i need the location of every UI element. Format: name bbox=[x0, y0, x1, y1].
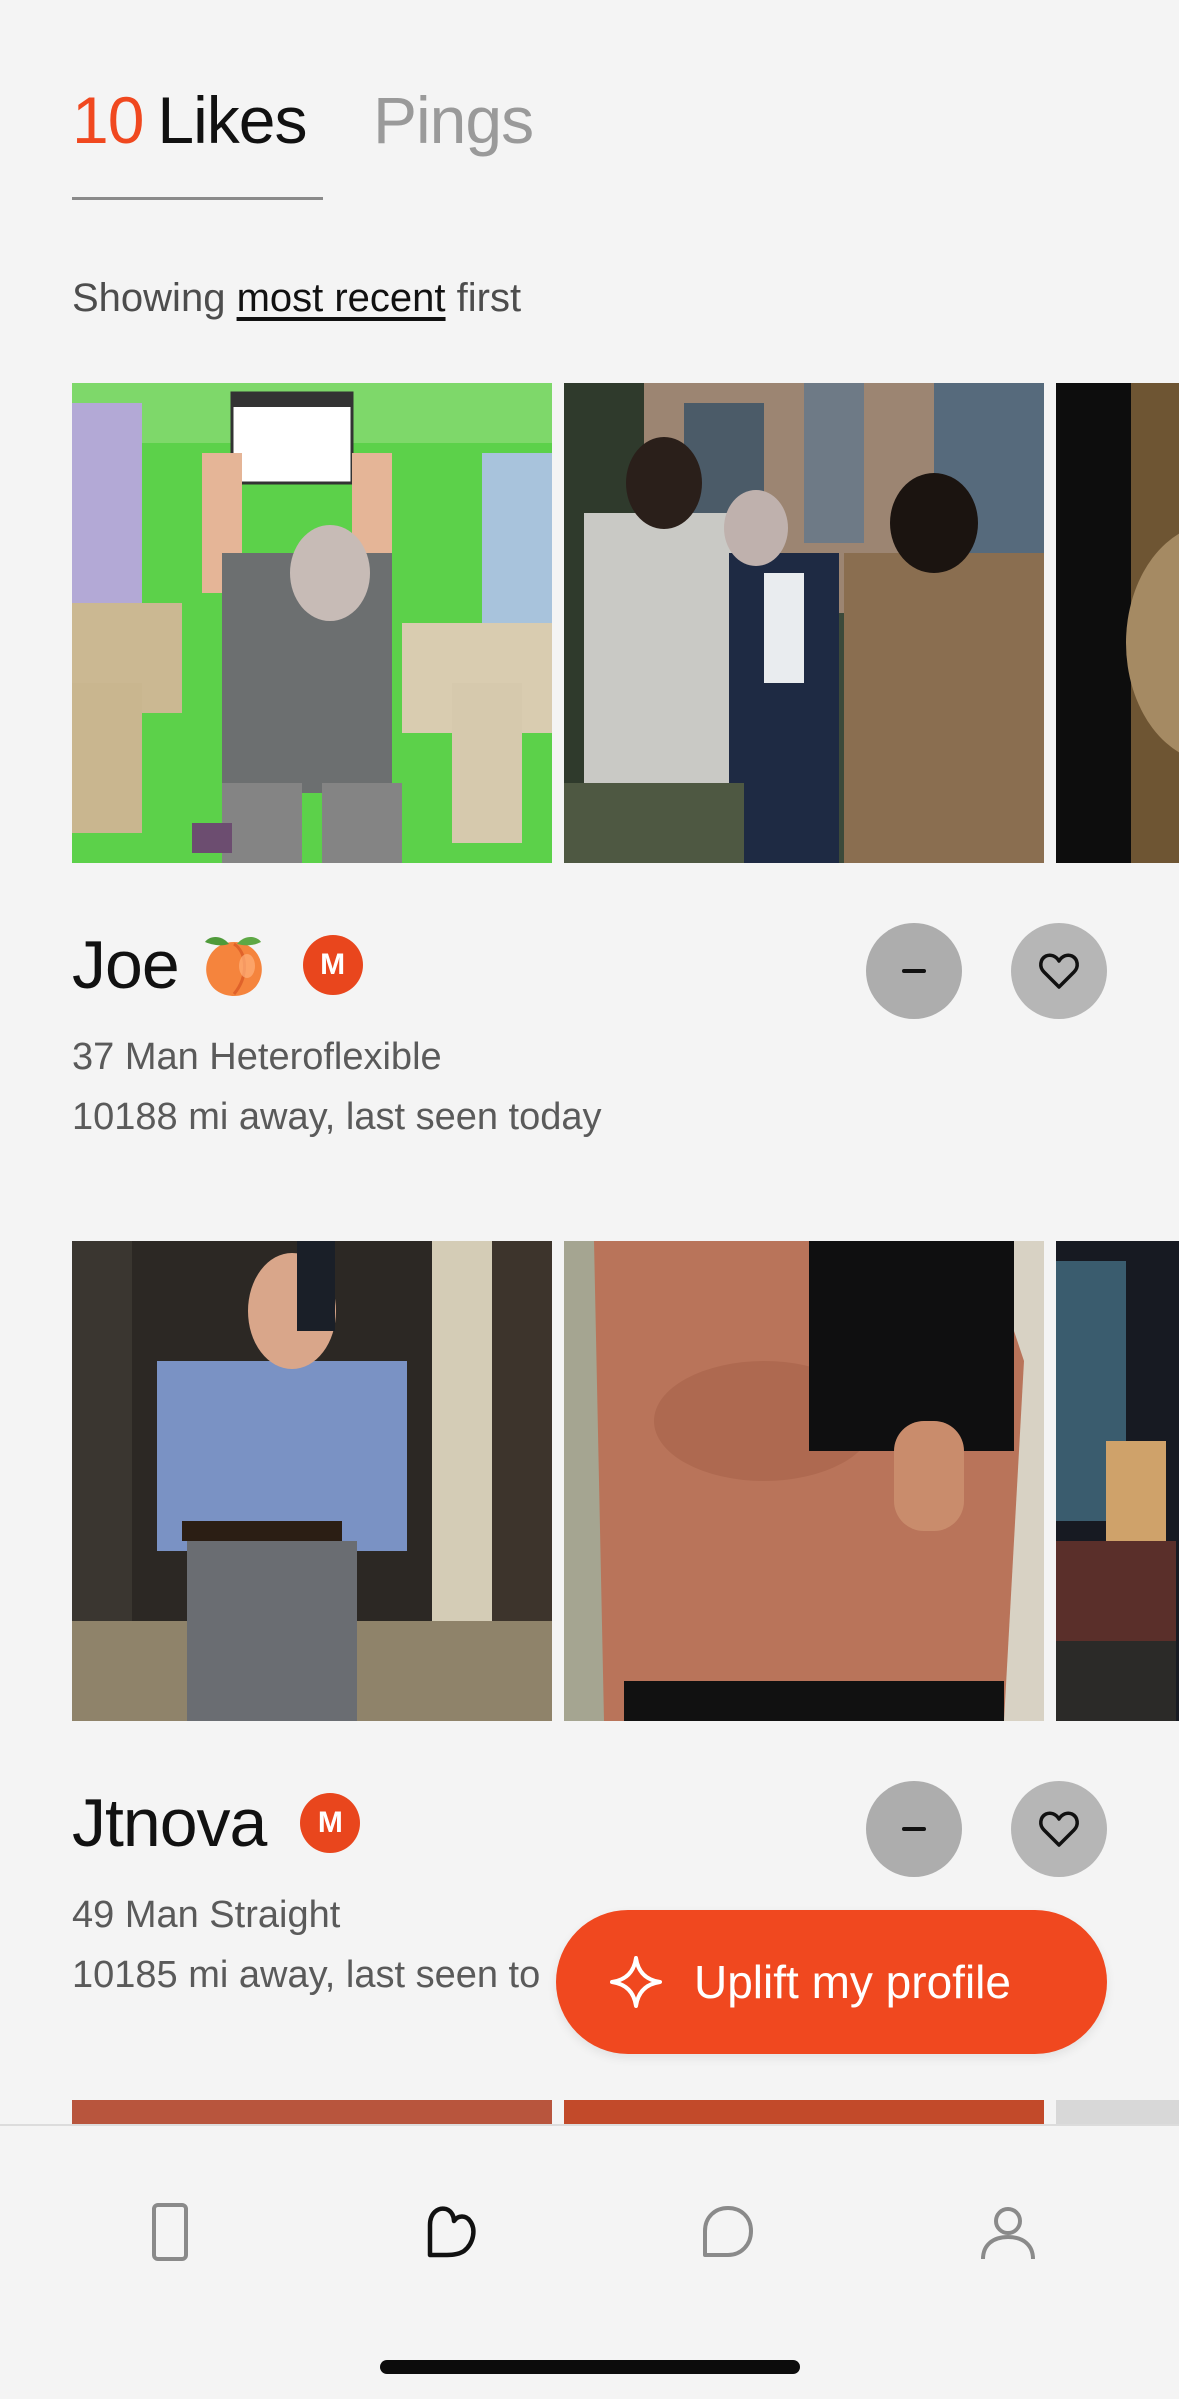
profile-name: Joe bbox=[72, 927, 180, 1003]
profile-age-gender-orientation: 49 Man Straight bbox=[72, 1894, 341, 1936]
home-indicator[interactable] bbox=[380, 2360, 800, 2374]
sort-description: Showing most recent first bbox=[72, 276, 521, 321]
member-badge: M bbox=[302, 935, 363, 995]
profile-photo[interactable] bbox=[1056, 1241, 1179, 1721]
nav-messages[interactable] bbox=[678, 2182, 778, 2282]
minus-icon bbox=[902, 1827, 926, 1831]
nav-likes[interactable] bbox=[399, 2182, 499, 2282]
profile-details: 49 Man Straight 10185 mi away, last seen… bbox=[72, 1885, 540, 2005]
profile-icon bbox=[981, 2207, 1035, 2260]
profile-photo[interactable] bbox=[72, 1241, 552, 1721]
heart-icon bbox=[1039, 953, 1079, 989]
profile-photo[interactable] bbox=[72, 2100, 552, 2124]
sort-option-link[interactable]: most recent bbox=[237, 276, 446, 320]
profile-photo[interactable] bbox=[1056, 383, 1179, 863]
nav-discover[interactable] bbox=[120, 2182, 220, 2282]
sort-prefix: Showing bbox=[72, 276, 226, 320]
bottom-nav bbox=[0, 2124, 1179, 2399]
like-button[interactable] bbox=[1011, 923, 1107, 1019]
member-badge: M bbox=[300, 1793, 361, 1853]
profile-photo-carousel[interactable] bbox=[72, 383, 1179, 863]
profile-age-gender-orientation: 37 Man Heteroflexible bbox=[72, 1036, 442, 1078]
profile-photo[interactable] bbox=[72, 383, 552, 863]
profile-photo[interactable] bbox=[564, 383, 1044, 863]
likes-count: 10 bbox=[72, 83, 144, 157]
sparkle-icon bbox=[610, 1956, 662, 2008]
chat-icon bbox=[703, 2206, 753, 2257]
profile-name: Jtnova bbox=[72, 1785, 267, 1861]
profile-photo[interactable] bbox=[564, 2100, 1044, 2124]
minus-icon bbox=[902, 969, 926, 973]
pass-button[interactable] bbox=[866, 1781, 962, 1877]
uplift-profile-button[interactable]: Uplift my profile bbox=[556, 1910, 1107, 2054]
like-button[interactable] bbox=[1011, 1781, 1107, 1877]
uplift-label: Uplift my profile bbox=[694, 1956, 1011, 2008]
card-stack-icon bbox=[152, 2203, 188, 2261]
profile-distance-lastseen: 10188 mi away, last seen today bbox=[72, 1096, 602, 1138]
profile-photo-carousel[interactable] bbox=[72, 1241, 1179, 1721]
active-tab-indicator bbox=[72, 197, 323, 200]
profile-photo[interactable] bbox=[564, 1241, 1044, 1721]
tab-pings[interactable]: Pings bbox=[373, 82, 534, 158]
sort-suffix: first bbox=[456, 276, 522, 320]
nav-profile[interactable] bbox=[958, 2182, 1058, 2282]
tab-likes[interactable]: 10 Likes bbox=[72, 82, 308, 158]
pass-button[interactable] bbox=[866, 923, 962, 1019]
profile-distance-lastseen: 10185 mi away, last seen to bbox=[72, 1954, 541, 1996]
profile-details: 37 Man Heteroflexible 10188 mi away, las… bbox=[72, 1027, 602, 1147]
peach-icon bbox=[199, 930, 269, 1000]
profile-name-row: Joe M bbox=[72, 925, 363, 1005]
heart-icon bbox=[1039, 1811, 1079, 1847]
likes-tab-label: Likes bbox=[157, 83, 307, 157]
likes-icon bbox=[427, 2206, 476, 2258]
profile-name-row: Jtnova M bbox=[72, 1783, 361, 1863]
profile-photo[interactable] bbox=[1056, 2100, 1179, 2124]
profile-photo-carousel[interactable] bbox=[72, 2100, 1179, 2124]
